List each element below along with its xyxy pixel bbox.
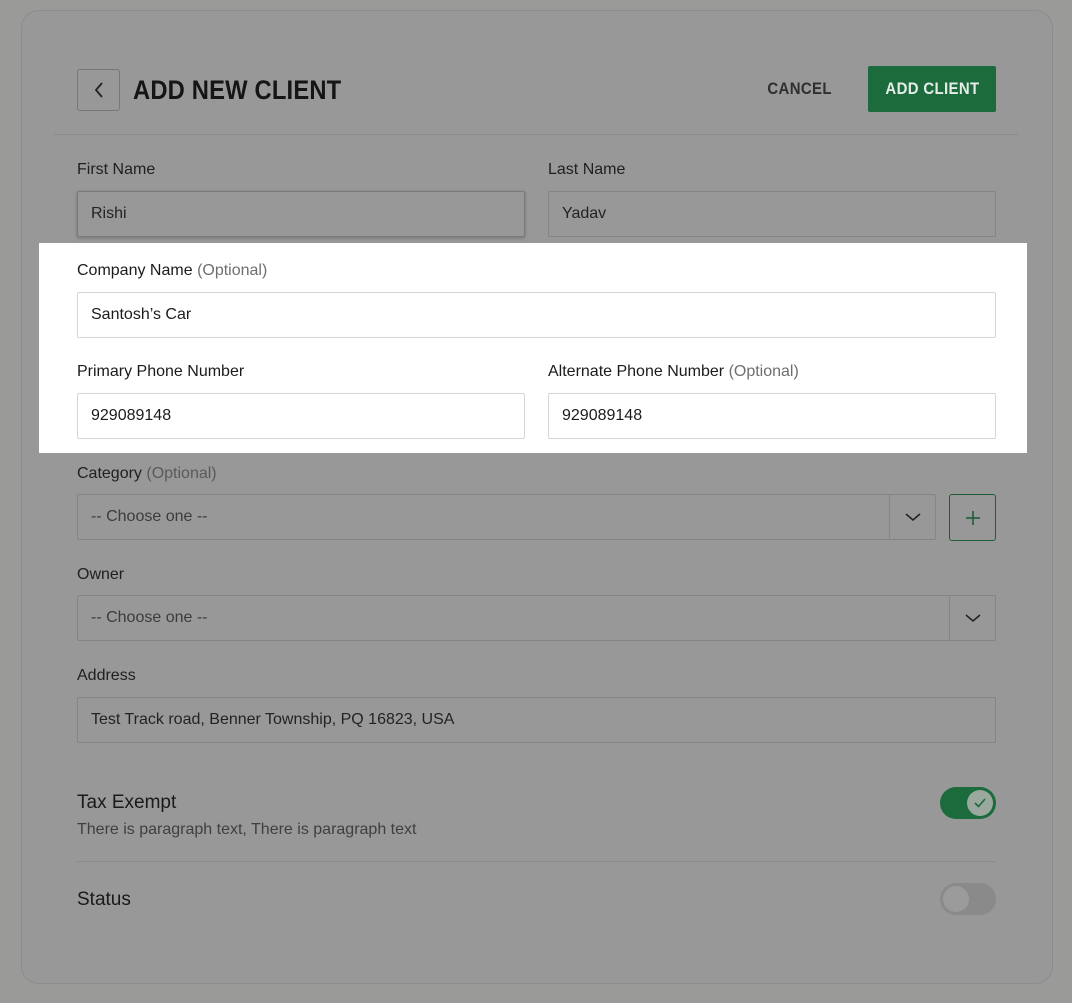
- chevron-down-icon: [904, 513, 921, 522]
- company-name-optional: (Optional): [197, 262, 268, 279]
- chevron-down-icon: [964, 614, 981, 623]
- toggle-knob: [943, 886, 969, 912]
- category-select[interactable]: -- Choose one --: [77, 494, 936, 540]
- last-name-value: Yadav: [562, 205, 607, 222]
- add-client-button[interactable]: ADD CLIENT: [868, 66, 996, 112]
- primary-phone-value: 929089148: [91, 407, 172, 424]
- company-name-label: Company Name (Optional): [77, 262, 268, 279]
- alternate-phone-label: Alternate Phone Number (Optional): [548, 363, 799, 380]
- primary-phone-input[interactable]: 929089148: [77, 393, 525, 439]
- address-value: Test Track road, Benner Township, PQ 168…: [91, 711, 455, 728]
- first-name-input[interactable]: Rishi: [77, 191, 525, 237]
- last-name-input[interactable]: Yadav: [548, 191, 996, 237]
- back-button[interactable]: [77, 69, 120, 111]
- owner-dropdown-toggle[interactable]: [949, 595, 995, 641]
- plus-icon: [965, 510, 980, 525]
- owner-label: Owner: [77, 566, 125, 583]
- header-divider: [54, 134, 1018, 135]
- status-title: Status: [77, 889, 131, 910]
- page-title: ADD NEW CLIENT: [133, 75, 342, 105]
- toggle-knob: [967, 790, 993, 816]
- alternate-phone-optional: (Optional): [728, 363, 799, 380]
- owner-select[interactable]: -- Choose one --: [77, 595, 996, 641]
- category-optional: (Optional): [146, 465, 217, 482]
- primary-phone-label: Primary Phone Number: [77, 363, 245, 380]
- alternate-phone-value: 929089148: [562, 407, 643, 424]
- add-category-button[interactable]: [949, 494, 996, 541]
- tax-exempt-title: Tax Exempt: [77, 792, 177, 813]
- row-divider: [77, 861, 996, 862]
- category-dropdown-toggle[interactable]: [889, 494, 935, 540]
- company-name-input[interactable]: Santosh’s Car: [77, 292, 996, 338]
- address-label: Address: [77, 667, 136, 684]
- tax-exempt-description: There is paragraph text, There is paragr…: [77, 821, 417, 838]
- category-placeholder: -- Choose one --: [91, 508, 208, 525]
- check-icon: [974, 798, 986, 808]
- address-input[interactable]: Test Track road, Benner Township, PQ 168…: [77, 697, 996, 743]
- cancel-button[interactable]: CANCEL: [752, 72, 848, 106]
- alternate-phone-input[interactable]: 929089148: [548, 393, 996, 439]
- first-name-label: First Name: [77, 161, 156, 178]
- highlighted-section: Company Name (Optional) Santosh’s Car Pr…: [39, 243, 1027, 453]
- first-name-value: Rishi: [91, 205, 127, 222]
- company-name-value: Santosh’s Car: [91, 306, 192, 323]
- status-toggle[interactable]: [940, 883, 996, 915]
- category-label: Category (Optional): [77, 465, 217, 482]
- chevron-left-icon: [94, 82, 103, 98]
- tax-exempt-toggle[interactable]: [940, 787, 996, 819]
- last-name-label: Last Name: [548, 161, 626, 178]
- owner-placeholder: -- Choose one --: [91, 609, 208, 626]
